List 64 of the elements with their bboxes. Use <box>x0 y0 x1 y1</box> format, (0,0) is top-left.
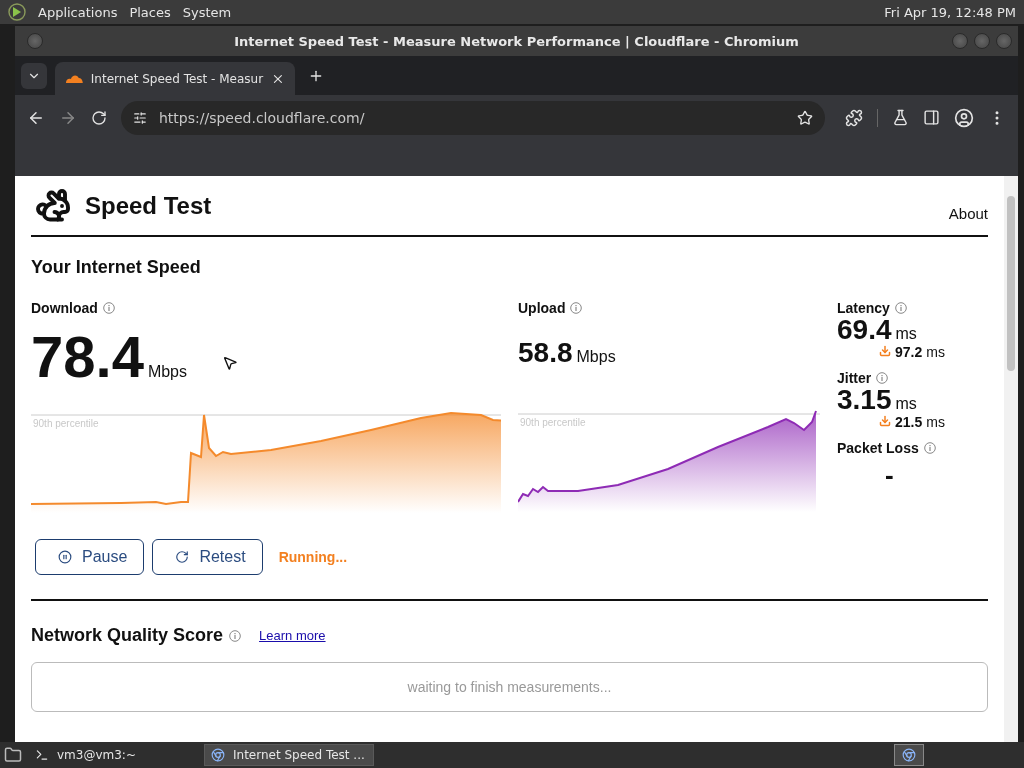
unit-label: Mbps <box>147 363 187 381</box>
metric-label: Upload <box>518 300 566 316</box>
unit-label: ms <box>926 344 945 360</box>
browser-tab[interactable]: Internet Speed Test - Measur <box>55 62 295 95</box>
about-link[interactable]: About <box>948 205 988 222</box>
app-menu-icon[interactable] <box>8 3 26 21</box>
panel-menu[interactable]: Applications <box>38 4 118 20</box>
latency-value: 69.4 <box>837 316 892 344</box>
retest-button[interactable]: Retest <box>152 539 263 575</box>
tab-search-button[interactable] <box>21 63 47 89</box>
download-icon <box>879 415 891 427</box>
scrollbar[interactable] <box>1004 176 1018 742</box>
download-icon <box>879 345 891 357</box>
info-icon[interactable] <box>570 302 583 314</box>
panel-menu[interactable]: System <box>182 4 232 20</box>
unit-label: ms <box>895 395 917 413</box>
packet-loss-value: - <box>884 462 895 488</box>
jitter-value: 3.15 <box>837 386 892 414</box>
clock: Fri Apr 19, 12:48 PM <box>884 4 1016 20</box>
loaded-value: 97.2 <box>895 344 923 360</box>
upload-value: 58.8 <box>518 339 573 367</box>
reload-icon[interactable] <box>91 109 107 126</box>
plus-icon[interactable] <box>308 68 324 84</box>
pause-button[interactable]: Pause <box>35 539 145 575</box>
extensions-icon[interactable] <box>845 108 863 127</box>
cloud-icon <box>65 74 83 83</box>
pause-icon <box>58 550 72 564</box>
panel-menu[interactable]: Places <box>129 4 171 20</box>
info-icon[interactable] <box>102 302 115 314</box>
metric-label: Jitter <box>837 370 872 386</box>
loaded-value: 21.5 <box>895 414 923 430</box>
side-panel-icon[interactable] <box>923 109 940 126</box>
metric-label: Latency <box>837 300 890 316</box>
site-title: Speed Test <box>85 191 213 220</box>
learn-more-link[interactable]: Learn more <box>259 628 326 643</box>
window-title: Internet Speed Test - Measure Network Performance | Cloudflare - Chromium <box>234 33 799 49</box>
info-icon[interactable] <box>894 302 907 314</box>
metric-label: Download <box>31 300 98 316</box>
unit-label: Mbps <box>576 348 616 366</box>
metric-label: Packet Loss <box>837 440 919 456</box>
unit-label: ms <box>926 414 945 430</box>
cursor-icon <box>222 355 238 371</box>
test-status: Running... <box>278 549 348 565</box>
tray-browser-icon[interactable] <box>894 744 924 766</box>
bookmark-star-icon[interactable] <box>797 109 813 126</box>
terminal-icon <box>35 748 49 762</box>
section-title: Your Internet Speed <box>31 257 202 278</box>
refresh-icon <box>175 550 190 564</box>
site-settings-icon[interactable] <box>133 110 147 125</box>
browser-icon <box>211 748 225 762</box>
flask-icon[interactable] <box>892 109 909 126</box>
section-title: Network Quality Score <box>31 625 224 646</box>
download-value: 78.4 <box>31 328 144 386</box>
taskbar-item[interactable]: Internet Speed Test ... <box>204 744 374 766</box>
taskbar-item[interactable]: vm3@vm3:~ <box>28 744 198 766</box>
info-icon[interactable] <box>923 442 936 454</box>
rabbit-icon <box>35 187 71 224</box>
folder-icon[interactable] <box>4 746 22 764</box>
unit-label: ms <box>895 325 917 343</box>
info-icon[interactable] <box>229 629 242 642</box>
profile-icon[interactable] <box>954 107 974 128</box>
score-panel: waiting to finish measurements... <box>31 662 988 712</box>
info-icon[interactable] <box>876 372 889 384</box>
address-bar[interactable]: https://speed.cloudflare.com/ <box>121 100 825 135</box>
